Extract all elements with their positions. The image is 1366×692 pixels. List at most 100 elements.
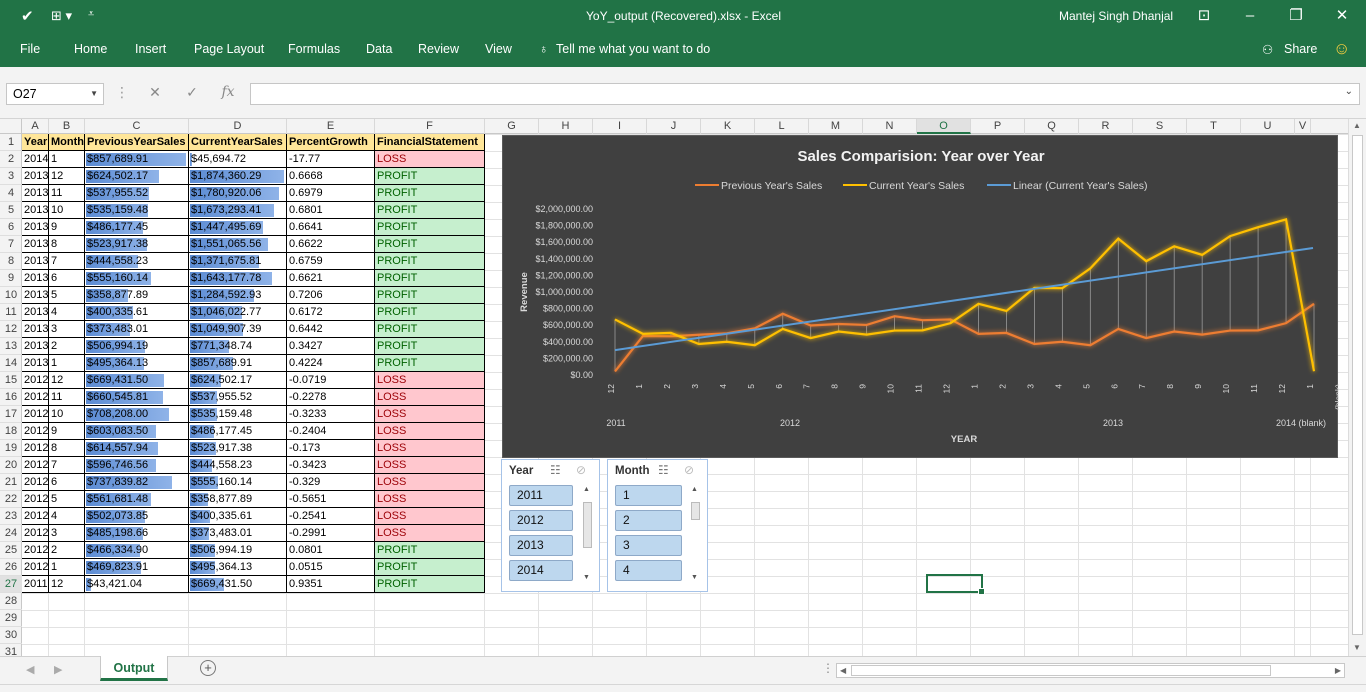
row-header-4[interactable]: 4 (0, 185, 22, 202)
row-header-21[interactable]: 21 (0, 474, 22, 491)
table-cell[interactable]: 2 (49, 542, 85, 559)
table-cell[interactable]: PROFIT (375, 253, 485, 270)
save-icon[interactable]: ✔ (21, 7, 34, 25)
table-cell[interactable]: 9 (49, 219, 85, 236)
table-cell[interactable]: -0.173 (287, 440, 375, 457)
tab-insert[interactable]: Insert (135, 42, 166, 56)
table-cell[interactable]: PROFIT (375, 168, 485, 185)
column-header-u[interactable]: U (1241, 119, 1295, 134)
table-cell[interactable]: $523,917.38 (189, 440, 287, 457)
row-header-22[interactable]: 22 (0, 491, 22, 508)
user-name[interactable]: Mantej Singh Dhanjal (1059, 9, 1173, 23)
table-cell[interactable]: $555,160.14 (85, 270, 189, 287)
row-header-13[interactable]: 13 (0, 338, 22, 355)
row-header-11[interactable]: 11 (0, 304, 22, 321)
table-cell[interactable]: PROFIT (375, 321, 485, 338)
table-cell[interactable]: $1,780,920.06 (189, 185, 287, 202)
clear-filter-icon[interactable]: ⊘ (684, 463, 694, 477)
table-cell[interactable]: -0.2404 (287, 423, 375, 440)
table-cell[interactable]: PROFIT (375, 270, 485, 287)
table-cell[interactable]: $555,160.14 (189, 474, 287, 491)
table-cell[interactable]: 5 (49, 287, 85, 304)
table-cell[interactable]: $45,694.72 (189, 151, 287, 168)
table-cell[interactable]: $1,551,065.56 (189, 236, 287, 253)
scroll-thumb[interactable] (583, 502, 592, 548)
row-header-9[interactable]: 9 (0, 270, 22, 287)
table-cell[interactable]: $624,502.17 (189, 372, 287, 389)
table-cell[interactable]: -0.3423 (287, 457, 375, 474)
row-header-16[interactable]: 16 (0, 389, 22, 406)
table-cell[interactable]: 2013 (22, 270, 49, 287)
horizontal-scroll-thumb[interactable] (851, 665, 1271, 676)
table-cell[interactable]: 2013 (22, 321, 49, 338)
table-cell[interactable]: 2013 (22, 304, 49, 321)
table-header-cell[interactable]: CurrentYearSales (189, 134, 287, 151)
table-cell[interactable]: 0.6622 (287, 236, 375, 253)
column-header-e[interactable]: E (287, 119, 375, 134)
table-cell[interactable]: -0.5651 (287, 491, 375, 508)
ribbon-display-icon[interactable]: ⊡ (1181, 0, 1227, 33)
table-cell[interactable]: -0.329 (287, 474, 375, 491)
table-cell[interactable]: $614,557.94 (85, 440, 189, 457)
table-cell[interactable]: LOSS (375, 525, 485, 542)
enter-icon[interactable]: ✓ (182, 84, 202, 101)
table-cell[interactable]: PROFIT (375, 287, 485, 304)
table-cell[interactable]: -0.3233 (287, 406, 375, 423)
share-button[interactable]: Share (1284, 42, 1317, 56)
year-slicer-item[interactable]: 2012 (509, 510, 573, 531)
table-cell[interactable]: 2 (49, 338, 85, 355)
table-cell[interactable]: 3 (49, 525, 85, 542)
table-cell[interactable]: $466,334.90 (85, 542, 189, 559)
row-header-14[interactable]: 14 (0, 355, 22, 372)
customize-toolbar-icon[interactable]: ⩡ (88, 8, 94, 21)
cancel-icon[interactable]: ✕ (145, 84, 165, 101)
sheet-tab-output[interactable]: Output (100, 656, 168, 681)
table-cell[interactable]: $485,198.66 (85, 525, 189, 542)
table-cell[interactable]: $523,917.38 (85, 236, 189, 253)
table-cell[interactable]: 1 (49, 355, 85, 372)
table-cell[interactable]: PROFIT (375, 355, 485, 372)
row-header-30[interactable]: 30 (0, 627, 22, 644)
month-slicer-item[interactable]: 3 (615, 535, 682, 556)
table-cell[interactable]: 2013 (22, 287, 49, 304)
table-cell[interactable]: $1,046,022.77 (189, 304, 287, 321)
table-cell[interactable]: PROFIT (375, 202, 485, 219)
table-cell[interactable]: 7 (49, 457, 85, 474)
table-cell[interactable]: 9 (49, 423, 85, 440)
table-cell[interactable]: $624,502.17 (85, 168, 189, 185)
table-cell[interactable]: 0.6668 (287, 168, 375, 185)
minimize-icon[interactable]: – (1227, 0, 1273, 33)
table-cell[interactable]: $537,955.52 (85, 185, 189, 202)
tab-formulas[interactable]: Formulas (288, 42, 340, 56)
table-cell[interactable]: 0.3427 (287, 338, 375, 355)
table-cell[interactable]: -17.77 (287, 151, 375, 168)
table-cell[interactable]: 2014 (22, 151, 49, 168)
table-cell[interactable]: 2013 (22, 185, 49, 202)
selected-cell[interactable] (926, 574, 985, 595)
table-cell[interactable]: 2012 (22, 389, 49, 406)
table-cell[interactable]: 1 (49, 151, 85, 168)
table-cell[interactable]: 2012 (22, 491, 49, 508)
column-header-b[interactable]: B (49, 119, 85, 134)
tab-data[interactable]: Data (366, 42, 392, 56)
table-cell[interactable]: PROFIT (375, 219, 485, 236)
column-header-s[interactable]: S (1133, 119, 1187, 134)
column-header-a[interactable]: A (22, 119, 49, 134)
table-cell[interactable]: 0.0515 (287, 559, 375, 576)
scroll-thumb[interactable] (691, 502, 700, 520)
row-header-26[interactable]: 26 (0, 559, 22, 576)
clear-filter-icon[interactable]: ⊘ (576, 463, 586, 477)
table-cell[interactable]: LOSS (375, 406, 485, 423)
row-header-15[interactable]: 15 (0, 372, 22, 389)
horizontal-scrollbar[interactable]: ◀ ▶ (836, 663, 1345, 678)
column-header-k[interactable]: K (701, 119, 755, 134)
table-cell[interactable]: $495,364.13 (85, 355, 189, 372)
table-cell[interactable]: 0.4224 (287, 355, 375, 372)
scroll-down-icon[interactable]: ▼ (691, 574, 698, 581)
row-header-1[interactable]: 1 (0, 134, 22, 151)
month-slicer-item[interactable]: 4 (615, 560, 682, 581)
column-header-d[interactable]: D (189, 119, 287, 134)
month-slicer-item[interactable]: 2 (615, 510, 682, 531)
table-cell[interactable]: PROFIT (375, 236, 485, 253)
table-cell[interactable]: $373,483.01 (85, 321, 189, 338)
